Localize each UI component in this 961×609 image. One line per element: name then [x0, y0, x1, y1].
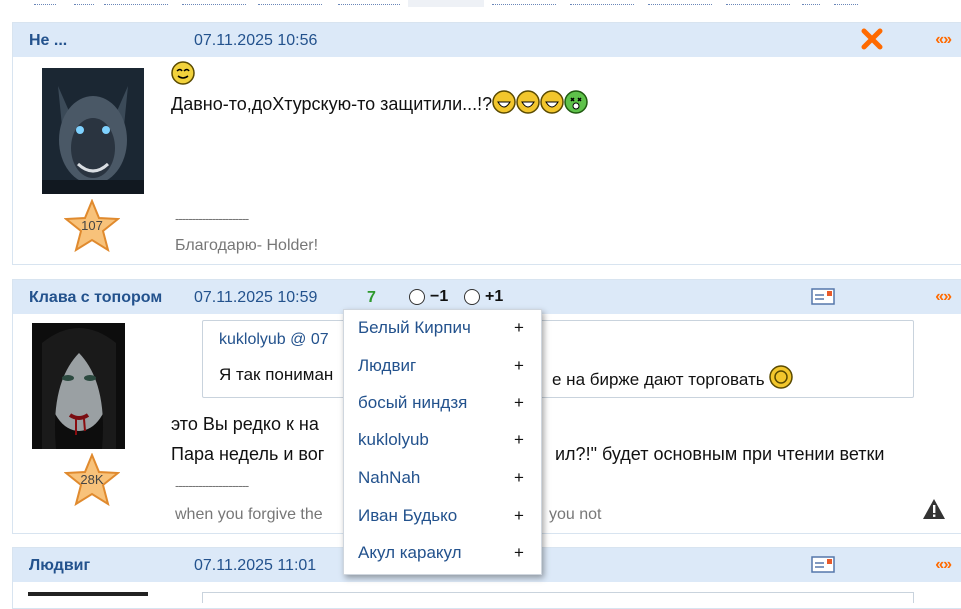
voter-name[interactable]: Иван Будько — [358, 506, 457, 526]
laughing-smiley-icon — [492, 90, 516, 114]
voter-item[interactable]: Людвиг + — [344, 348, 541, 384]
voter-item[interactable]: kuklolyub + — [344, 422, 541, 458]
post-header: Не ... 07.11.2025 10:56 «» — [13, 23, 961, 57]
post-author[interactable]: Клава с топором — [29, 289, 162, 307]
signature-divider: ---------------------- — [175, 211, 249, 226]
page-link[interactable] — [258, 0, 322, 5]
voter-vote: + — [514, 506, 524, 525]
page-link[interactable] — [834, 0, 858, 5]
voter-name[interactable]: Людвиг — [358, 356, 416, 376]
top-pagination — [0, 0, 961, 8]
voter-vote: + — [514, 356, 524, 375]
voter-name[interactable]: Белый Кирпич — [358, 318, 471, 338]
voter-item[interactable]: Белый Кирпич + — [344, 310, 541, 346]
voter-item[interactable]: босый ниндзя + — [344, 385, 541, 421]
signature-divider: ---------------------- — [175, 478, 249, 493]
avatar[interactable] — [32, 323, 125, 449]
voter-item[interactable]: NahNah + — [344, 460, 541, 496]
voter-name[interactable]: Акул каракул — [358, 543, 462, 563]
voter-name[interactable]: NahNah — [358, 468, 420, 488]
page-link[interactable] — [338, 0, 400, 5]
voter-name[interactable]: босый ниндзя — [358, 393, 467, 413]
voter-item[interactable]: Иван Будько + — [344, 498, 541, 534]
post-author[interactable]: Не ... — [29, 32, 67, 50]
page-link[interactable] — [802, 0, 820, 5]
message-line-2-right: ил?!" будет основным при чтении ветки — [555, 444, 885, 464]
page-current — [408, 0, 484, 7]
message-line-1: это Вы редко к на — [171, 414, 319, 434]
avatar[interactable] — [42, 68, 144, 194]
message-text: Давно-то,доХтурскую-то защитили...!? — [171, 94, 493, 114]
page-link[interactable] — [34, 0, 56, 5]
rating-score[interactable]: 7 — [367, 289, 376, 307]
quote-button[interactable]: «» — [935, 556, 952, 574]
post-date: 07.11.2025 11:01 — [194, 557, 317, 574]
rank-star-icon: 107 — [63, 198, 121, 253]
vote-plus-label: +1 — [485, 288, 504, 305]
quote-block: kuklolyub @ 07 Я так пониман е на бирже … — [202, 320, 914, 398]
private-message-icon[interactable] — [811, 556, 835, 573]
voter-name[interactable]: kuklolyub — [358, 430, 429, 450]
voter-vote: + — [514, 468, 524, 487]
warning-triangle-icon[interactable] — [922, 498, 946, 520]
smiley-icon — [171, 61, 195, 89]
rank-star-icon: 28K — [63, 452, 121, 507]
post-date: 07.11.2025 10:56 — [194, 32, 318, 49]
voter-item[interactable]: Акул каракул + — [344, 535, 541, 571]
voter-vote: + — [514, 543, 524, 562]
signature: Благодарю- Holder! — [175, 237, 319, 254]
forum-post: Не ... 07.11.2025 10:56 «» 107 Давно-то,… — [12, 22, 961, 265]
vote-minus-radio[interactable] — [409, 289, 425, 305]
vote-minus-label: −1 — [430, 288, 449, 305]
page-link[interactable] — [648, 0, 712, 5]
laughing-smiley-icon — [516, 90, 540, 114]
coin-smiley-icon — [769, 365, 794, 389]
rank-value: 107 — [81, 218, 103, 233]
post-message: Давно-то,доХтурскую-то защитили...!? — [171, 90, 588, 118]
voter-vote: + — [514, 393, 524, 412]
quote-button[interactable]: «» — [935, 288, 952, 306]
quote-button[interactable]: «» — [935, 31, 952, 49]
private-message-icon[interactable] — [811, 288, 835, 305]
page-link[interactable] — [570, 0, 634, 5]
signature-right: you not — [549, 506, 602, 523]
page-link[interactable] — [492, 0, 556, 5]
quote-text-right: е на бирже дают торговать — [552, 365, 794, 390]
message-line-2-left: Пара недель и вог — [171, 444, 325, 464]
page-link[interactable] — [182, 0, 246, 5]
rank-value: 28K — [80, 472, 104, 487]
signature-left: when you forgive the — [175, 506, 323, 523]
laughing-smiley-icon — [540, 90, 564, 114]
quote-author[interactable]: kuklolyub @ 07 — [219, 331, 329, 349]
post-author[interactable]: Людвиг — [29, 557, 90, 575]
sick-smiley-icon — [564, 90, 588, 114]
page-link[interactable] — [74, 0, 94, 5]
voters-dropdown: Белый Кирпич + Людвиг + босый ниндзя + k… — [343, 309, 542, 575]
voter-vote: + — [514, 318, 524, 337]
page-link[interactable] — [726, 0, 790, 5]
voter-vote: + — [514, 430, 524, 449]
quote-block — [202, 592, 914, 603]
close-x-icon[interactable] — [861, 28, 883, 50]
post-date: 07.11.2025 10:59 — [194, 289, 318, 306]
page-link[interactable] — [104, 0, 168, 5]
vote-plus-radio[interactable] — [464, 289, 480, 305]
quote-text-left: Я так пониман — [219, 365, 334, 384]
